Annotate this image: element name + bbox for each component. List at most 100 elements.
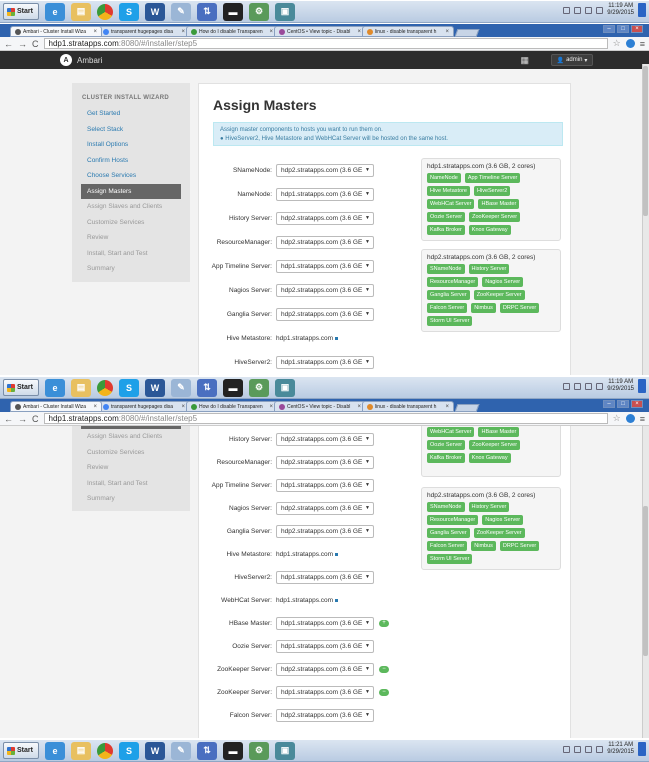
chrome-icon[interactable]	[97, 742, 113, 759]
tray-network-icon[interactable]	[574, 382, 582, 390]
remove-component-icon[interactable]: −	[379, 665, 389, 673]
tray-speaker-icon[interactable]	[585, 6, 593, 14]
menu-icon[interactable]: ≡	[640, 39, 645, 49]
host-select[interactable]: hdp1.stratapps.com (3.6 GE ▼	[276, 259, 374, 273]
paint-icon[interactable]: ✎	[171, 378, 191, 397]
back-icon[interactable]: ←	[4, 414, 13, 424]
close-icon[interactable]: ×	[269, 29, 273, 35]
network-icon[interactable]: ⚙	[249, 2, 269, 21]
reload-icon[interactable]: C	[32, 39, 39, 49]
chrome-icon[interactable]	[97, 379, 113, 396]
close-icon[interactable]: ×	[269, 404, 273, 410]
word-icon[interactable]: W	[145, 741, 165, 760]
host-select[interactable]: hdp2.stratapps.com (3.6 GE ▼	[276, 455, 374, 469]
paint-icon[interactable]: ✎	[171, 2, 191, 21]
tray-speaker-icon[interactable]	[585, 745, 593, 753]
forward-icon[interactable]: →	[18, 39, 27, 49]
scrollbar-thumb[interactable]	[643, 66, 648, 216]
back-icon[interactable]: ←	[4, 39, 13, 49]
sidebar-item-choose-services[interactable]: Choose Services	[72, 168, 190, 184]
tab-ambari[interactable]: Ambari - Cluster Install Wiza ×	[10, 401, 102, 412]
minimize-icon[interactable]: –	[603, 400, 615, 408]
tray-network-icon[interactable]	[574, 6, 582, 14]
remote-icon[interactable]: ▣	[275, 2, 295, 21]
host-select[interactable]: hdp2.stratapps.com (3.6 GE ▼	[276, 235, 374, 249]
extension-icon[interactable]	[625, 39, 635, 48]
transfer-icon[interactable]: ⇅	[197, 378, 217, 397]
tab-centos[interactable]: CentOS • View topic - Disabl ×	[274, 401, 366, 412]
clock[interactable]: 11:21 AM 9/29/2015	[607, 742, 634, 756]
host-select[interactable]: hdp1.stratapps.com (3.6 GE ▼	[276, 639, 374, 653]
close-icon[interactable]: ×	[357, 404, 361, 410]
show-desktop-button[interactable]	[638, 3, 646, 17]
ambari-logo-icon[interactable]: A	[60, 54, 72, 66]
tab-hugepages[interactable]: transparent hugepages disa ×	[98, 401, 190, 412]
transfer-icon[interactable]: ⇅	[197, 741, 217, 760]
network-icon[interactable]: ⚙	[249, 741, 269, 760]
ie-icon[interactable]: e	[45, 741, 65, 760]
close-icon[interactable]: ×	[181, 404, 185, 410]
host-select[interactable]: hdp1.stratapps.com (3.6 GE ▼	[276, 570, 374, 584]
extension-icon[interactable]	[625, 414, 635, 423]
tray-flag-icon[interactable]	[596, 382, 604, 390]
sidebar-item-install-options[interactable]: Install Options	[72, 137, 190, 153]
skype-icon[interactable]: S	[119, 378, 139, 397]
host-select[interactable]: hdp2.stratapps.com (3.6 GE ▼	[276, 524, 374, 538]
add-component-icon[interactable]: +	[379, 619, 389, 627]
tray-up-icon[interactable]	[563, 745, 571, 753]
maximize-icon[interactable]: □	[617, 25, 629, 33]
close-icon[interactable]: ×	[93, 29, 97, 35]
bookmark-star-icon[interactable]: ☆	[613, 413, 621, 424]
paint-icon[interactable]: ✎	[171, 741, 191, 760]
host-select[interactable]: hdp2.stratapps.com (3.6 GE ▼	[276, 163, 374, 177]
new-tab-button[interactable]	[454, 404, 480, 412]
word-icon[interactable]: W	[145, 2, 165, 21]
tab-centos[interactable]: CentOS • View topic - Disabl ×	[274, 26, 366, 37]
close-icon[interactable]: ×	[93, 404, 97, 410]
host-select[interactable]: hdp1.stratapps.com (3.6 GE ▼	[276, 685, 374, 699]
tab-linux[interactable]: linux - disable transparent h ×	[362, 401, 454, 412]
start-button[interactable]: Start	[3, 3, 39, 20]
remote-icon[interactable]: ▣	[275, 378, 295, 397]
bookmark-star-icon[interactable]: ☆	[613, 38, 621, 49]
tab-hugepages[interactable]: transparent hugepages disa ×	[98, 26, 190, 37]
clock[interactable]: 11:19 AM 9/29/2015	[607, 379, 634, 393]
close-window-icon[interactable]: ×	[631, 400, 643, 408]
host-select[interactable]: hdp2.stratapps.com (3.6 GE ▼	[276, 307, 374, 321]
word-icon[interactable]: W	[145, 378, 165, 397]
tab-disable-transparent[interactable]: How do I disable Transparen ×	[186, 401, 278, 412]
clock[interactable]: 11:19 AM 9/29/2015	[607, 3, 634, 17]
skype-icon[interactable]: S	[119, 2, 139, 21]
close-icon[interactable]: ×	[181, 29, 185, 35]
terminal-icon[interactable]: ▬	[223, 741, 243, 760]
folder-icon[interactable]: ▤	[71, 2, 91, 21]
scrollbar-thumb[interactable]	[643, 506, 648, 656]
tray-speaker-icon[interactable]	[585, 382, 593, 390]
tray-up-icon[interactable]	[563, 382, 571, 390]
network-icon[interactable]: ⚙	[249, 378, 269, 397]
tab-disable-transparent[interactable]: How do I disable Transparen ×	[186, 26, 278, 37]
sidebar-item-confirm-hosts[interactable]: Confirm Hosts	[72, 153, 190, 169]
close-icon[interactable]: ×	[445, 404, 449, 410]
terminal-icon[interactable]: ▬	[223, 2, 243, 21]
close-window-icon[interactable]: ×	[631, 25, 643, 33]
folder-icon[interactable]: ▤	[71, 378, 91, 397]
close-icon[interactable]: ×	[357, 29, 361, 35]
ie-icon[interactable]: e	[45, 378, 65, 397]
remove-component-icon[interactable]: −	[379, 688, 389, 696]
page-scrollbar[interactable]	[642, 64, 649, 375]
terminal-icon[interactable]: ▬	[223, 378, 243, 397]
folder-icon[interactable]: ▤	[71, 741, 91, 760]
tray-up-icon[interactable]	[563, 6, 571, 14]
host-select[interactable]: hdp2.stratapps.com (3.6 GE ▼	[276, 501, 374, 515]
start-button[interactable]: Start	[3, 379, 39, 396]
chrome-icon[interactable]	[97, 3, 113, 20]
host-select[interactable]: hdp2.stratapps.com (3.6 GE ▼	[276, 283, 374, 297]
page-scrollbar[interactable]	[642, 426, 649, 738]
host-select[interactable]: hdp2.stratapps.com (3.6 GE ▼	[276, 432, 374, 446]
skype-icon[interactable]: S	[119, 741, 139, 760]
reload-icon[interactable]: C	[32, 414, 39, 424]
host-select[interactable]: hdp1.stratapps.com (3.6 GE ▼	[276, 187, 374, 201]
sidebar-item-get-started[interactable]: Get Started	[72, 106, 190, 122]
show-desktop-button[interactable]	[638, 742, 646, 756]
